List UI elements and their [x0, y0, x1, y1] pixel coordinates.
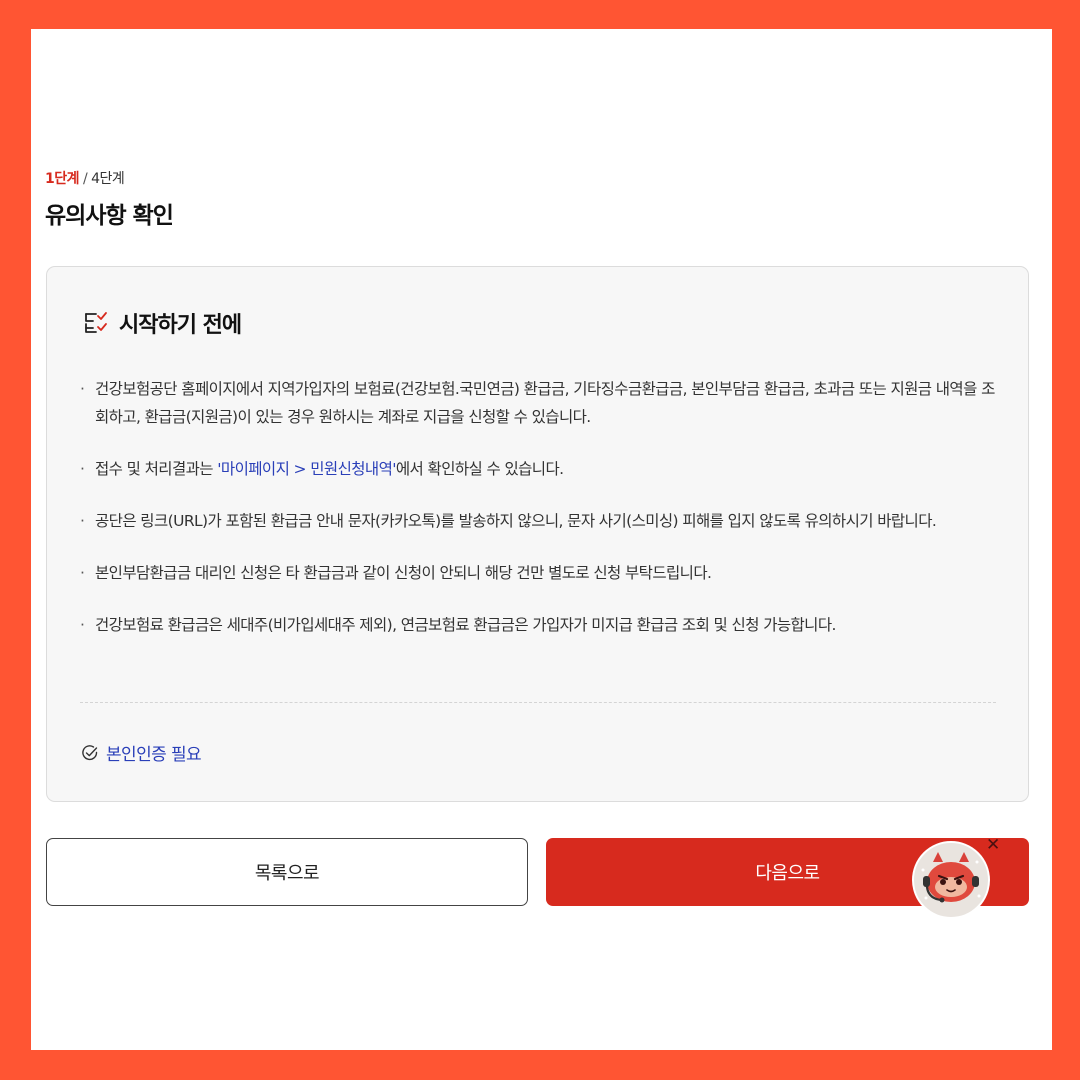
notice-item: 본인부담환급금 대리인 신청은 타 환급금과 같이 신청이 안되니 해당 건만 … [79, 559, 999, 587]
check-circle-icon [81, 744, 99, 762]
step-indicator: 1단계 / 4단계 [45, 168, 125, 188]
notice-item: 접수 및 처리결과는 '마이페이지 > 민원신청내역'에서 확인하실 수 있습니… [79, 455, 999, 483]
chatbot-mascot-icon[interactable] [911, 840, 991, 920]
auth-label: 본인인증 필요 [106, 745, 202, 765]
card-header: 시작하기 전에 [83, 307, 242, 339]
dashed-divider [80, 702, 996, 703]
page-title: 유의사항 확인 [45, 203, 174, 229]
page-container: 1단계 / 4단계 유의사항 확인 시작하기 전에 건강보험공단 홈페이지에서 … [31, 29, 1052, 1050]
notice-list: 건강보험공단 홈페이지에서 지역가입자의 보험료(건강보험.국민연금) 환급금,… [79, 375, 999, 663]
notice-item: 건강보험료 환급금은 세대주(비가입세대주 제외), 연금보험료 환급금은 가입… [79, 611, 999, 639]
step-separator: / [79, 171, 92, 187]
checklist-icon [83, 310, 109, 336]
notice-text: 공단은 링크(URL)가 포함된 환급금 안내 문자(카카오톡)를 발송하지 않… [95, 512, 937, 530]
notice-item: 건강보험공단 홈페이지에서 지역가입자의 보험료(건강보험.국민연금) 환급금,… [79, 375, 999, 431]
auth-required: 본인인증 필요 [81, 740, 202, 765]
card-title: 시작하기 전에 [119, 313, 242, 338]
notice-text: 에서 확인하실 수 있습니다. [395, 460, 564, 478]
notice-text: 본인부담환급금 대리인 신청은 타 환급금과 같이 신청이 안되니 해당 건만 … [95, 564, 712, 582]
total-steps: 4단계 [91, 171, 125, 187]
list-button[interactable]: 목록으로 [46, 838, 528, 906]
close-icon[interactable]: ✕ [986, 837, 1000, 854]
notice-text: 건강보험공단 홈페이지에서 지역가입자의 보험료(건강보험.국민연금) 환급금,… [95, 380, 995, 426]
notice-card: 시작하기 전에 건강보험공단 홈페이지에서 지역가입자의 보험료(건강보험.국민… [46, 266, 1029, 802]
notice-text: 접수 및 처리결과는 [95, 460, 218, 478]
notice-item: 공단은 링크(URL)가 포함된 환급금 안내 문자(카카오톡)를 발송하지 않… [79, 507, 999, 535]
current-step: 1단계 [45, 171, 80, 187]
notice-text: 건강보험료 환급금은 세대주(비가입세대주 제외), 연금보험료 환급금은 가입… [95, 616, 836, 634]
mypage-link[interactable]: '마이페이지 > 민원신청내역' [217, 460, 396, 478]
